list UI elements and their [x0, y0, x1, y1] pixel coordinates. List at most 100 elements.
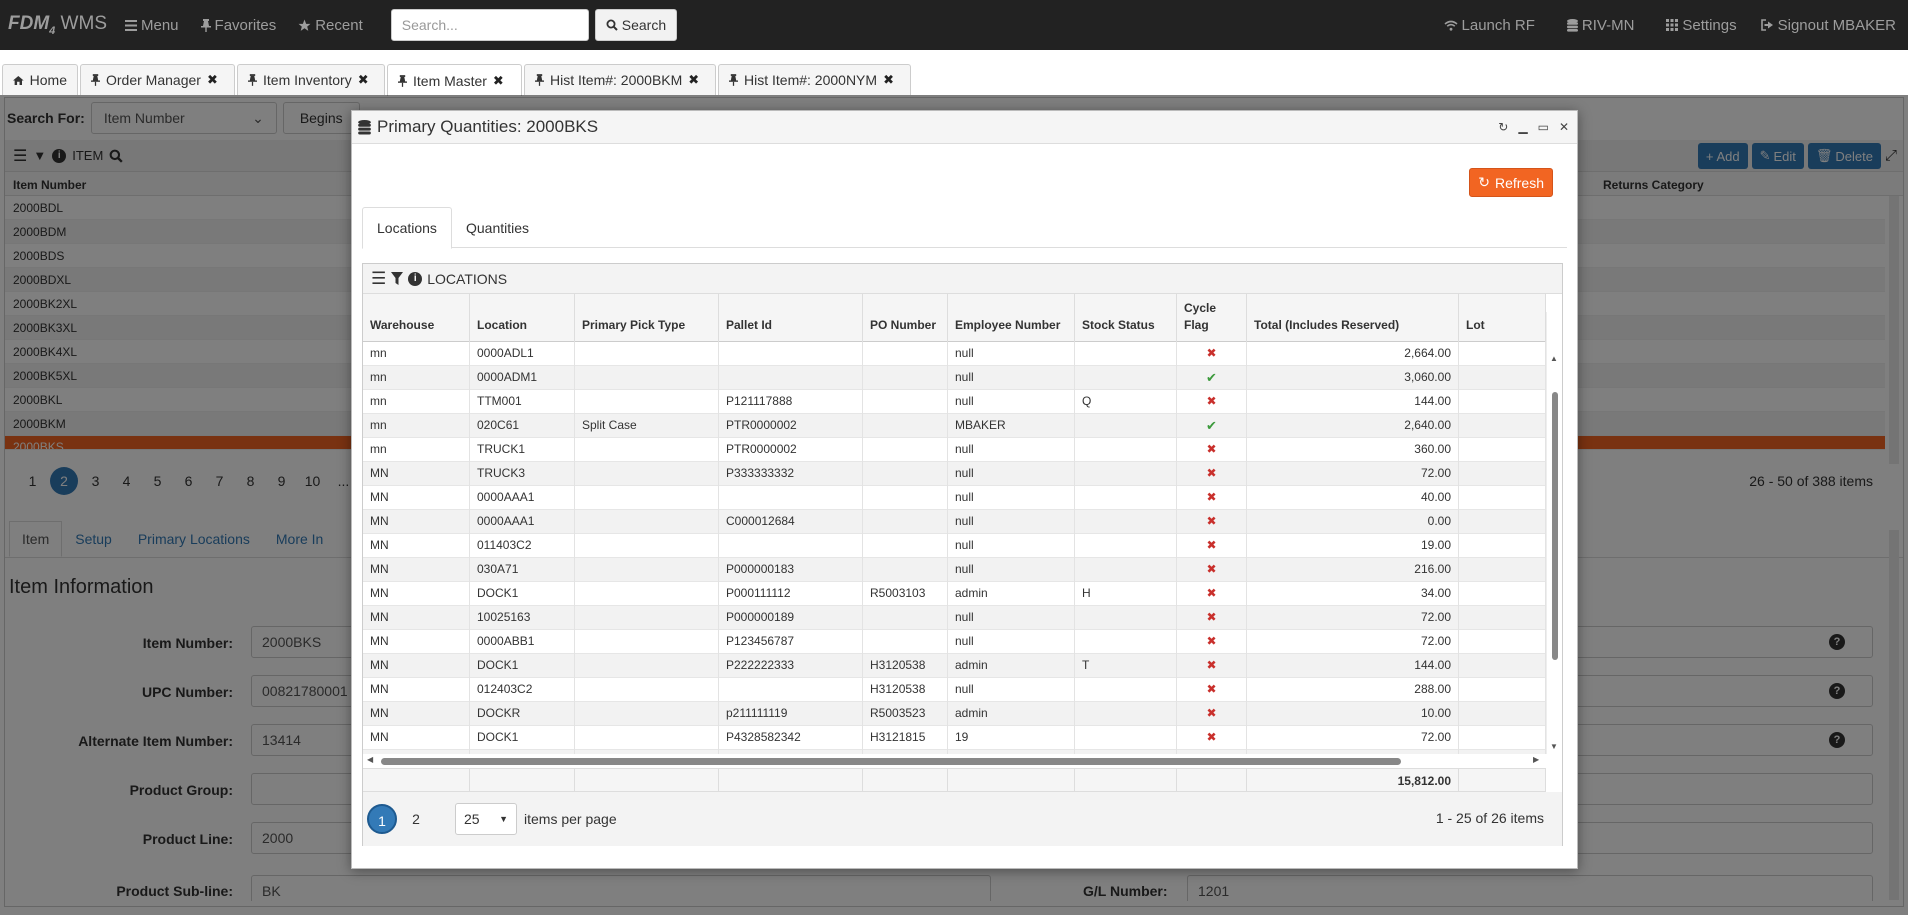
recent-button[interactable]: Recent [298, 17, 363, 34]
filter-icon[interactable] [391, 272, 404, 285]
maximize-icon[interactable]: ▭ [1538, 120, 1549, 134]
info-icon[interactable]: i [408, 271, 423, 286]
cell-pallet-id [719, 342, 863, 366]
cell-warehouse: MN [363, 510, 470, 534]
col-employee-number[interactable]: Employee Number [948, 294, 1075, 342]
close-icon[interactable]: ✖ [688, 72, 699, 88]
close-icon[interactable]: ✖ [883, 72, 894, 88]
cell-warehouse: MN [363, 462, 470, 486]
cell-cycle-flag: ✖ [1177, 486, 1247, 510]
hamburger-icon[interactable]: ☰ [371, 269, 386, 289]
menu-button[interactable]: Menu [125, 17, 179, 34]
minimize-icon[interactable]: ▁ [1518, 120, 1527, 134]
cell-total: 144.00 [1247, 654, 1459, 678]
refresh-icon: ↻ [1478, 174, 1490, 190]
table-row[interactable]: MN DOCK1 P4328582342 H3121815 19 ✖ 72.00 [363, 726, 1546, 750]
scroll-down-icon[interactable]: ▼ [1550, 742, 1558, 751]
site-selector[interactable]: RIV-MN [1566, 16, 1635, 34]
cell-stock-status [1075, 342, 1177, 366]
tab-home[interactable]: Home [2, 64, 78, 95]
scroll-thumb[interactable] [381, 758, 1401, 765]
table-row[interactable]: MN 0000AAA1 null ✖ 40.00 [363, 486, 1546, 510]
cell-warehouse: MN [363, 534, 470, 558]
locations-grid-vscroll[interactable]: ▲ ▼ [1546, 312, 1562, 754]
global-search-button[interactable]: Search [594, 9, 678, 41]
col-warehouse[interactable]: Warehouse [363, 294, 470, 342]
table-row[interactable]: MN DOCK1 P222222333 H3120538 admin T ✖ 144.00 [363, 654, 1546, 678]
table-row[interactable]: mn 0000ADL1 null ✖ 2,664.00 [363, 342, 1546, 366]
table-row[interactable]: MN 011403C2 null ✖ 19.00 [363, 534, 1546, 558]
tab-hist-item-2000nym[interactable]: Hist Item#: 2000NYM ✖ [718, 64, 911, 95]
refresh-button[interactable]: ↻ Refresh [1469, 168, 1553, 197]
dialog-controls: ↻ ▁ ▭ ✕ [1498, 120, 1569, 134]
cell-pallet-id [719, 366, 863, 390]
tab-label: Hist Item#: 2000NYM [744, 72, 878, 88]
close-icon[interactable]: ✖ [358, 72, 369, 88]
reload-icon[interactable]: ↻ [1498, 120, 1508, 134]
close-icon[interactable]: ✕ [1559, 120, 1569, 134]
table-row[interactable]: MN DOCK1 P000111112 R5003103 admin H ✖ 34.00 [363, 582, 1546, 606]
app-brand[interactable]: FDM4 WMS [8, 13, 107, 37]
cell-total: 2,640.00 [1247, 414, 1459, 438]
footer-cell [363, 769, 470, 793]
check-icon: ✔ [1206, 370, 1217, 385]
table-row[interactable]: MN 10025163 P000000189 null ✖ 72.00 [363, 606, 1546, 630]
close-icon[interactable]: ✖ [493, 73, 504, 89]
table-row[interactable]: MN TRUCK3 P333333332 null ✖ 72.00 [363, 462, 1546, 486]
cell-primary-pick-type [575, 606, 719, 630]
col-lot[interactable]: Lot [1459, 294, 1546, 342]
launch-rf-button[interactable]: Launch RF [1444, 17, 1535, 34]
tab-order-manager[interactable]: Order Manager ✖ [80, 64, 235, 95]
col-po-number[interactable]: PO Number [863, 294, 948, 342]
tab-item-master[interactable]: Item Master ✖ [387, 64, 522, 96]
col-location[interactable]: Location [470, 294, 575, 342]
scroll-thumb[interactable] [1552, 392, 1558, 660]
signout-button[interactable]: Signout MBAKER [1760, 17, 1896, 34]
global-search-input[interactable] [390, 9, 589, 41]
site-label: RIV-MN [1581, 16, 1635, 34]
database-icon [1566, 18, 1578, 32]
pin-icon [200, 18, 211, 32]
tab-item-inventory[interactable]: Item Inventory ✖ [237, 64, 385, 95]
cell-pallet-id: P000000183 [719, 558, 863, 582]
table-row[interactable]: mn 0000ADM1 null ✔ 3,060.00 [363, 366, 1546, 390]
col-primary-pick-type[interactable]: Primary Pick Type [575, 294, 719, 342]
launch-rf-label: Launch RF [1461, 16, 1535, 34]
cell-lot [1459, 606, 1546, 630]
table-row[interactable]: MN 012403C2 H3120538 null ✖ 288.00 [363, 678, 1546, 702]
page-link[interactable]: 2 [401, 811, 431, 827]
tab-hist-item-2000bkm[interactable]: Hist Item#: 2000BKM ✖ [524, 64, 716, 95]
table-row[interactable]: MN DOCKR p211111119 R5003523 admin ✖ 10.00 [363, 702, 1546, 726]
col-cycle-flag[interactable]: Cycle Flag [1177, 294, 1247, 342]
col-pallet-id[interactable]: Pallet Id [719, 294, 863, 342]
page-size-select[interactable]: 25 ▼ [455, 803, 517, 835]
cell-primary-pick-type [575, 534, 719, 558]
locations-grid-footer: 15,812.00 [363, 768, 1546, 793]
menu-label: Menu [141, 16, 179, 34]
scroll-up-icon[interactable]: ▲ [1550, 354, 1558, 363]
page-current[interactable]: 1 [367, 804, 397, 834]
tab-locations[interactable]: Locations [362, 207, 452, 249]
scroll-right-icon[interactable]: ▶ [1533, 755, 1539, 764]
table-row[interactable]: mn TRUCK1 PTR0000002 null ✖ 360.00 [363, 438, 1546, 462]
cell-primary-pick-type [575, 678, 719, 702]
scroll-left-icon[interactable]: ◀ [367, 755, 373, 764]
cell-employee-number: null [948, 510, 1075, 534]
cell-primary-pick-type [575, 630, 719, 654]
close-icon[interactable]: ✖ [207, 72, 218, 88]
locations-grid-hscroll[interactable]: ◀ ▶ [363, 754, 1546, 768]
cell-stock-status [1075, 702, 1177, 726]
settings-button[interactable]: Settings [1666, 17, 1737, 34]
cell-cycle-flag: ✖ [1177, 582, 1247, 606]
table-row[interactable]: MN 030A71 P000000183 null ✖ 216.00 [363, 558, 1546, 582]
tab-quantities[interactable]: Quantities [452, 207, 543, 249]
col-total[interactable]: Total (Includes Reserved) [1247, 294, 1459, 342]
table-row[interactable]: mn TTM001 P121117888 null Q ✖ 144.00 [363, 390, 1546, 414]
cell-lot [1459, 678, 1546, 702]
col-stock-status[interactable]: Stock Status [1075, 294, 1177, 342]
table-row[interactable]: mn 020C61 Split Case PTR0000002 MBAKER ✔ 2,640… [363, 414, 1546, 438]
table-row[interactable]: MN 0000ABB1 P123456787 null ✖ 72.00 [363, 630, 1546, 654]
table-row[interactable]: MN 0000AAA1 C000012684 null ✖ 0.00 [363, 510, 1546, 534]
favorites-button[interactable]: Favorites [200, 17, 276, 34]
cell-total: 19.00 [1247, 534, 1459, 558]
